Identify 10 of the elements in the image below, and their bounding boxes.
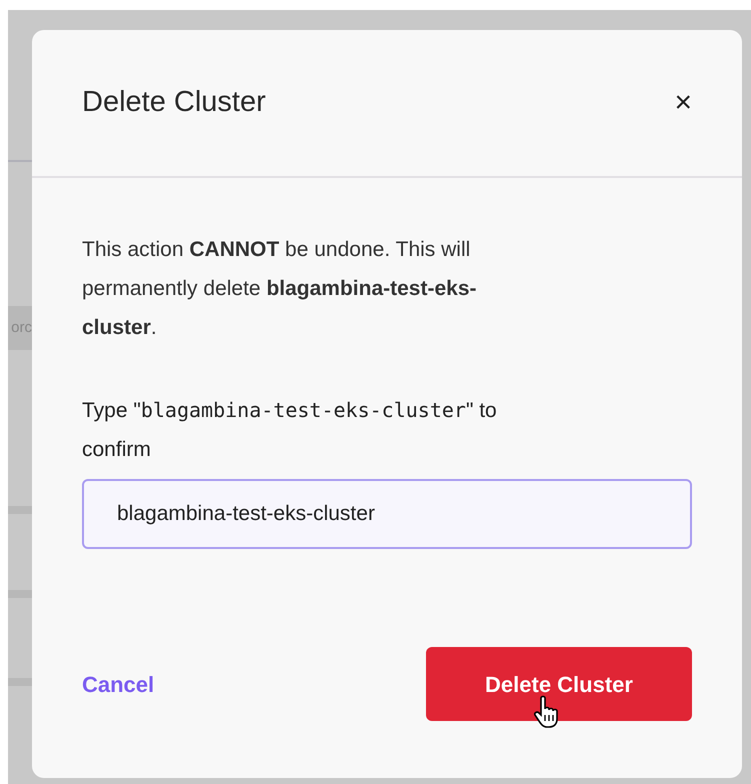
confirm-label: Type "blagambina-test-eks-cluster" to confirm — [82, 397, 498, 463]
cancel-link[interactable]: Cancel — [82, 668, 154, 700]
hand-cursor-icon — [534, 695, 560, 729]
dialog-title: Delete Cluster — [82, 85, 266, 120]
close-button[interactable]: × — [674, 88, 692, 118]
confirm-input-field[interactable]: blagambina-test-eks-cluster — [82, 479, 692, 549]
background-bar — [8, 506, 32, 514]
background-bar — [8, 678, 32, 686]
background-bar — [8, 590, 32, 598]
warning-message: This action CANNOT be undone. This will permanently delete blagambina-test-eks-cluster. — [82, 237, 478, 341]
